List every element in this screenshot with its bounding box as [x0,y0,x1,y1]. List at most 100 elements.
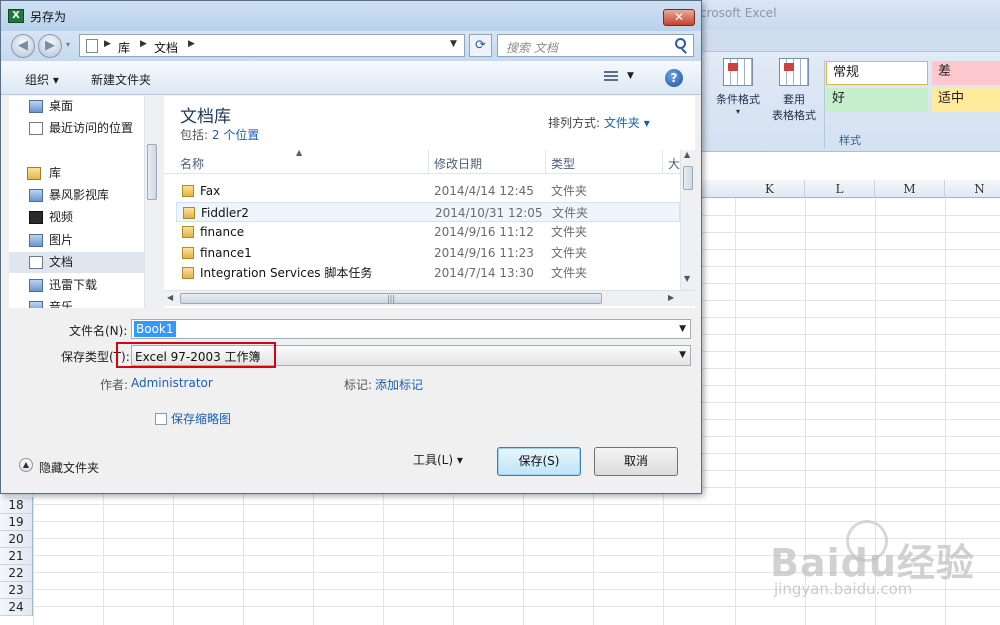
back-button[interactable]: ◀ [11,34,35,58]
row-header-20[interactable]: 20 [0,531,33,548]
scroll-up-icon[interactable]: ▲ [684,150,690,159]
save-thumbnail-label[interactable]: 保存缩略图 [171,410,231,427]
view-options-icon[interactable] [604,71,618,83]
nav-item-label: 文档 [49,255,74,269]
scroll-right-icon[interactable]: ▶ [668,293,674,302]
dialog-title: 另存为 [30,10,67,24]
hide-folders-label: 隐藏文件夹 [39,461,100,475]
breadcrumb-arrow-icon[interactable]: ▶ [104,39,111,49]
includes-label: 包括: [180,128,209,142]
breadcrumb-library[interactable]: 库 [118,39,130,56]
file-row-finance[interactable]: finance 2014/9/16 11:12 文件夹 [176,222,680,242]
includes-locations-link[interactable]: 2 个位置 [212,128,259,142]
recent-pages-chevron-icon[interactable]: ▾ [66,40,70,49]
column-date-modified[interactable]: 修改日期 [434,155,482,172]
file-row-fax[interactable]: Fax 2014/4/14 12:45 文件夹 [176,181,680,201]
file-row-fiddler2[interactable]: Fiddler2 2014/10/31 12:05 文件夹 [176,202,680,222]
view-dropdown-icon[interactable]: ▼ [627,71,634,81]
nav-item-video-library[interactable]: 暴风影视库 [9,185,145,206]
scroll-down-icon[interactable]: ▼ [684,274,690,283]
column-header-l[interactable]: L [805,180,875,198]
column-divider[interactable] [545,150,546,174]
refresh-button[interactable]: ⟳ [469,34,492,57]
column-divider[interactable] [662,150,663,174]
scroll-left-icon[interactable]: ◀ [167,293,173,302]
excel-app-icon: X [8,9,24,23]
column-type[interactable]: 类型 [551,155,575,172]
filename-dropdown-icon[interactable]: ▼ [679,324,686,334]
nav-item-thunder-download[interactable]: 迅雷下载 [9,275,145,296]
row-header-19[interactable]: 19 [0,514,33,531]
search-icon[interactable] [675,38,686,49]
file-type: 文件夹 [551,266,588,280]
organize-menu[interactable]: 组织 ▾ [25,71,59,88]
documents-icon [29,256,43,269]
tools-menu-button[interactable]: 工具(L) ▾ [413,451,463,468]
column-name[interactable]: 名称 [180,155,204,172]
red-highlight-annotation [116,342,276,368]
nav-scrollbar[interactable] [144,96,159,308]
style-neutral[interactable]: 适中 [932,88,1000,112]
nav-item-label: 音乐 [49,300,74,308]
breadcrumb-arrow-icon[interactable]: ▶ [188,39,195,49]
nav-scroll-thumb[interactable] [147,144,157,200]
close-button[interactable]: ✕ [663,9,695,26]
nav-item-music[interactable]: 音乐 [9,297,145,308]
file-name: Fax [200,184,221,198]
download-icon [29,279,43,292]
vertical-scroll-thumb[interactable] [683,166,693,190]
nav-item-desktop[interactable]: 桌面 [9,96,145,117]
address-row: ◀ ▶ ▾ ▶ 库 ▶ 文档 ▶ ▼ ⟳ 搜索 文档 [1,31,701,61]
row-header-24[interactable]: 24 [0,599,33,616]
row-header-23[interactable]: 23 [0,582,33,599]
cancel-button[interactable]: 取消 [594,447,678,476]
nav-item-pictures[interactable]: 图片 [9,230,145,251]
file-row-integration-services[interactable]: Integration Services 脚本任务 2014/7/14 13:3… [176,263,680,283]
row-header-21[interactable]: 21 [0,548,33,565]
style-normal[interactable]: 常规 [826,61,928,85]
column-header-n[interactable]: N [945,180,1000,198]
search-input[interactable]: 搜索 文档 [497,34,694,57]
breadcrumb-documents[interactable]: 文档 [154,39,178,56]
filename-label: 文件名(N): [69,324,128,338]
help-icon[interactable]: ? [665,69,683,87]
tags-value[interactable]: 添加标记 [375,376,423,393]
breadcrumb-arrow-icon[interactable]: ▶ [140,39,147,49]
horizontal-scroll-thumb[interactable]: ||| [180,293,602,304]
row-header-22[interactable]: 22 [0,565,33,582]
column-header-k[interactable]: K [735,180,805,198]
nav-item-videos[interactable]: 视频 [9,207,145,228]
filetype-dropdown-icon[interactable]: ▼ [679,350,686,360]
folder-icon [182,267,194,279]
nav-item-recent-places[interactable]: 最近访问的位置 [9,118,145,139]
nav-item-documents[interactable]: 文档 [9,252,145,273]
nav-item-library[interactable]: 库 [9,163,145,184]
file-date: 2014/7/14 13:30 [434,266,534,280]
watermark-main-text: Baidu经验 [770,541,975,585]
dialog-titlebar[interactable]: X 另存为 ✕ [1,1,701,31]
save-button[interactable]: 保存(S) [497,447,581,476]
file-list-horizontal-scrollbar[interactable]: ◀ ||| ▶ [164,290,695,306]
column-divider[interactable] [428,150,429,174]
row-header-18[interactable]: 18 [0,497,33,514]
address-bar[interactable]: ▶ 库 ▶ 文档 ▶ ▼ [79,34,465,57]
file-row-finance1[interactable]: finance1 2014/9/16 11:23 文件夹 [176,243,680,263]
file-list-vertical-scrollbar[interactable]: ▲ ▼ [680,150,695,290]
format-as-table-icon [779,58,809,86]
style-good[interactable]: 好 [826,88,928,112]
column-size[interactable]: 大 [668,155,680,172]
file-name: Integration Services 脚本任务 [200,266,373,280]
save-thumbnail-checkbox[interactable] [155,413,167,425]
address-dropdown-icon[interactable]: ▼ [450,39,457,49]
column-header-m[interactable]: M [875,180,945,198]
tags-label: 标记: [344,378,373,392]
collapse-up-icon: ▲ [19,458,33,472]
conditional-format-icon [723,58,753,86]
arrange-by-dropdown[interactable]: 文件夹 ▾ [604,116,650,130]
style-bad[interactable]: 差 [932,61,1000,85]
file-date: 2014/9/16 11:12 [434,225,534,239]
new-folder-button[interactable]: 新建文件夹 [91,71,151,88]
forward-button[interactable]: ▶ [38,34,62,58]
author-value[interactable]: Administrator [131,376,213,390]
filename-input[interactable]: Book1 ▼ [131,319,691,339]
